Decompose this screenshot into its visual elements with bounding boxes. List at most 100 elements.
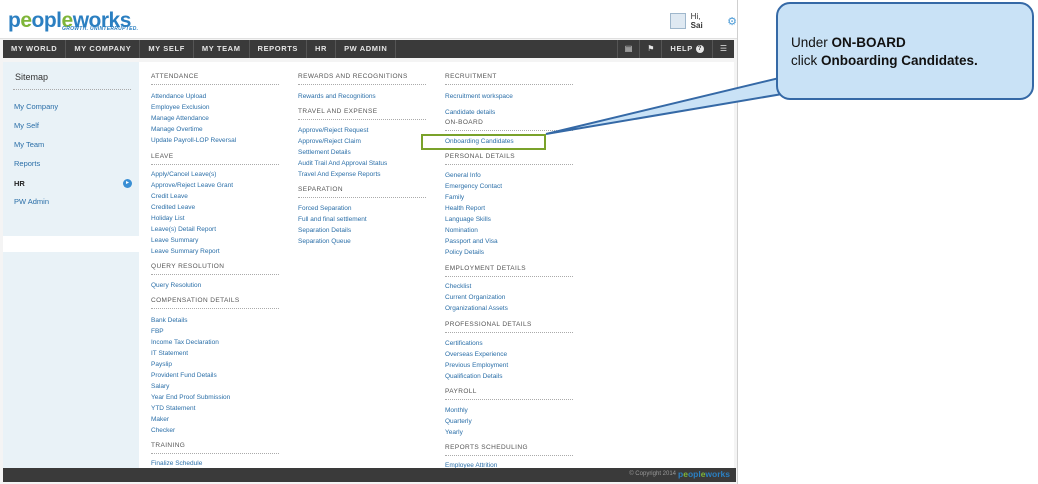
link-ytd-statement[interactable]: YTD Statement [151,405,195,412]
link-manage-attendance[interactable]: Manage Attendance [151,115,209,122]
link-separation-details[interactable]: Separation Details [298,227,351,234]
section-title-on-board: ON-BOARD [445,119,484,126]
link-yearly[interactable]: Yearly [445,429,463,436]
link-monthly[interactable]: Monthly [445,407,468,414]
link-credit-leave[interactable]: Credit Leave [151,193,188,200]
link-approve-reject-request[interactable]: Approve/Reject Request [298,127,368,134]
divider [151,84,279,85]
section-title-employment-details: EMPLOYMENT DETAILS [445,265,527,272]
link-settlement-details[interactable]: Settlement Details [298,149,351,156]
link-forced-separation[interactable]: Forced Separation [298,205,351,212]
arrow-right-icon: ▸ [123,179,132,188]
link-emergency-contact[interactable]: Emergency Contact [445,183,502,190]
link-health-report[interactable]: Health Report [445,205,485,212]
instruction-callout: Under ON-BOARD click Onboarding Candidat… [776,2,1034,100]
sidebar-item-pw-admin[interactable]: PW Admin [14,197,49,206]
divider [151,453,279,454]
sidebar-item-my-team[interactable]: My Team [14,140,44,149]
link-leave-summary-report[interactable]: Leave Summary Report [151,248,220,255]
link-payslip[interactable]: Payslip [151,361,172,368]
link-quarterly[interactable]: Quarterly [445,418,472,425]
link-rewards-and-recognitions[interactable]: Rewards and Recognitions [298,93,376,100]
link-passport-and-visa[interactable]: Passport and Visa [445,238,498,245]
link-apply-cancel-leave[interactable]: Apply/Cancel Leave(s) [151,171,216,178]
link-travel-expense-reports[interactable]: Travel And Expense Reports [298,171,381,178]
nav-my-self[interactable]: MY SELF [140,40,194,58]
copyright-text: © Copyright 2014 [629,471,676,477]
link-approve-reject-leave-grant[interactable]: Approve/Reject Leave Grant [151,182,233,189]
sidebar-item-my-self[interactable]: My Self [14,121,39,130]
top-bar: peopleworks GROWTH. UNINTERRUPTED. Hi, S… [0,0,737,39]
nav-reports[interactable]: REPORTS [250,40,308,58]
nav-my-world[interactable]: MY WORLD [3,40,67,58]
section-title-separation: SEPARATION [298,186,343,193]
link-checker[interactable]: Checker [151,427,175,434]
section-title-travel-expense: TRAVEL AND EXPENSE [298,108,378,115]
link-attendance-upload[interactable]: Attendance Upload [151,93,206,100]
nav-my-company[interactable]: MY COMPANY [66,40,141,58]
link-year-end-proof-submission[interactable]: Year End Proof Submission [151,394,230,401]
link-finalize-schedule[interactable]: Finalize Schedule [151,460,202,467]
callout-text: Under ON-BOARD click Onboarding Candidat… [791,35,978,68]
section-title-rewards: REWARDS AND RECOGNITIONS [298,73,408,80]
sidebar-item-reports[interactable]: Reports [14,159,40,168]
link-recruitment-workspace[interactable]: Recruitment workspace [445,93,513,100]
link-bank-details[interactable]: Bank Details [151,317,188,324]
help-button[interactable]: HELP? [661,40,711,58]
sitemap-icon[interactable]: ☰ [711,40,734,58]
link-separation-queue[interactable]: Separation Queue [298,238,351,245]
divider [151,308,279,309]
nav-hr[interactable]: HR [307,40,337,58]
sidebar-item-my-company[interactable]: My Company [14,102,58,111]
avatar[interactable] [670,13,686,29]
link-current-organization[interactable]: Current Organization [445,294,505,301]
link-previous-employment[interactable]: Previous Employment [445,362,508,369]
active-item-highlight [3,236,139,252]
link-overseas-experience[interactable]: Overseas Experience [445,351,507,358]
link-manage-overtime[interactable]: Manage Overtime [151,126,203,133]
link-income-tax-declaration[interactable]: Income Tax Declaration [151,339,219,346]
link-general-info[interactable]: General Info [445,172,481,179]
link-organizational-assets[interactable]: Organizational Assets [445,305,508,312]
link-certifications[interactable]: Certifications [445,340,483,347]
section-title-reports-scheduling: REPORTS SCHEDULING [445,444,528,451]
link-policy-details[interactable]: Policy Details [445,249,484,256]
link-candidate-details[interactable]: Candidate details [445,109,495,116]
footer-bar: © Copyright 2014 peopleworks [3,468,736,482]
link-credited-leave[interactable]: Credited Leave [151,204,195,211]
flag-icon[interactable]: ⚑ [639,40,661,58]
section-title-compensation: COMPENSATION DETAILS [151,297,240,304]
section-title-personal-details: PERSONAL DETAILS [445,153,515,160]
sidebar-item-hr[interactable]: HR [14,179,25,188]
link-fbp[interactable]: FBP [151,328,164,335]
divider [298,197,426,198]
link-holiday-list[interactable]: Holiday List [151,215,185,222]
link-leave-summary[interactable]: Leave Summary [151,237,198,244]
link-approve-reject-claim[interactable]: Approve/Reject Claim [298,138,361,145]
link-query-resolution[interactable]: Query Resolution [151,282,201,289]
divider [445,130,573,131]
link-employee-exclusion[interactable]: Employee Exclusion [151,104,210,111]
link-nomination[interactable]: Nomination [445,227,478,234]
section-title-professional-details: PROFESSIONAL DETAILS [445,321,532,328]
link-audit-trail[interactable]: Audit Trail And Approval Status [298,160,387,167]
link-it-statement[interactable]: IT Statement [151,350,188,357]
divider [445,332,573,333]
link-qualification-details[interactable]: Qualification Details [445,373,502,380]
gear-icon[interactable]: ⚙ [727,15,737,28]
link-leave-detail-report[interactable]: Leave(s) Detail Report [151,226,216,233]
section-title-payroll: PAYROLL [445,388,477,395]
link-provident-fund-details[interactable]: Provident Fund Details [151,372,217,379]
book-icon[interactable]: ▤ [616,40,640,58]
link-maker[interactable]: Maker [151,416,169,423]
link-salary[interactable]: Salary [151,383,169,390]
link-checklist[interactable]: Checklist [445,283,471,290]
link-full-and-final-settlement[interactable]: Full and final settlement [298,216,367,223]
link-family[interactable]: Family [445,194,464,201]
nav-my-team[interactable]: MY TEAM [194,40,250,58]
link-language-skills[interactable]: Language Skills [445,216,491,223]
section-title-leave: LEAVE [151,153,174,160]
link-update-payroll-lop[interactable]: Update Payroll-LOP Reversal [151,137,236,144]
nav-pw-admin[interactable]: PW ADMIN [336,40,397,58]
divider [445,399,573,400]
